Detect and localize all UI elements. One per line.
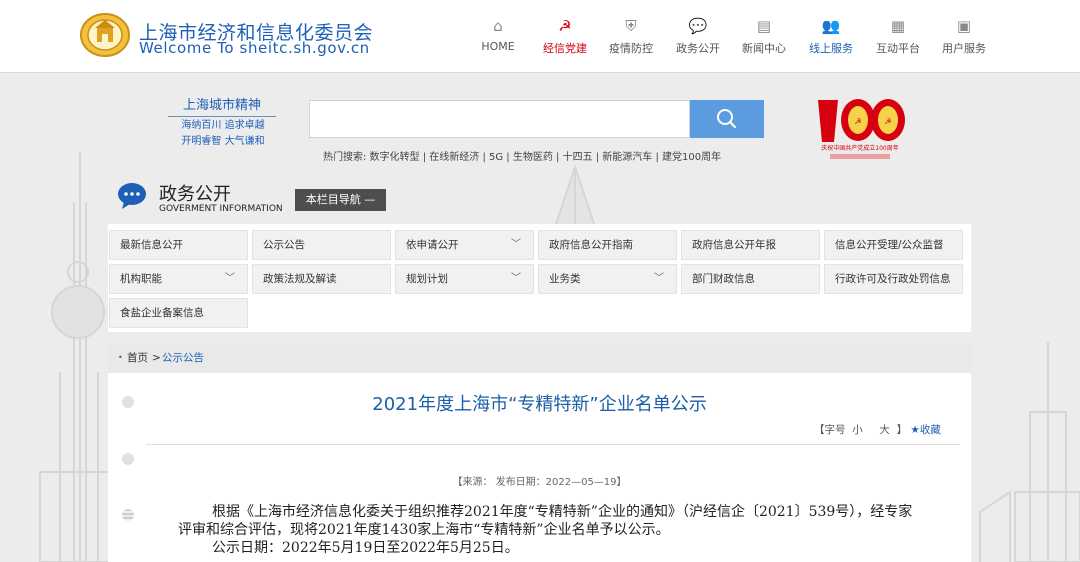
- slogan-line: 开明睿智 大气谦和: [181, 136, 265, 147]
- category-plans[interactable]: 规划计划 ﹀: [395, 264, 534, 294]
- nav-label: 新闻中心: [742, 42, 786, 55]
- category-label: 最新信息公开: [120, 239, 183, 251]
- favorite-button[interactable]: ★收藏: [910, 424, 940, 436]
- category-panel: 最新信息公开 公示公告 依申请公开 ﹀ 政府信息公开指南 政府信息公开年报 信息公…: [108, 224, 971, 332]
- breadcrumb-separator: >: [152, 352, 161, 364]
- article-paragraph: 公示日期：2022年5月19日至2022年5月25日。: [212, 540, 519, 556]
- chat-bubble-icon: [118, 183, 146, 209]
- shield-icon: ⛨: [625, 17, 637, 35]
- nav-online-services[interactable]: 👥 线上服务: [796, 14, 866, 56]
- city-spirit-slogan: 上海城市精神 海纳百川 追求卓越 开明睿智 大气谦和: [168, 94, 278, 149]
- category-label: 部门财政信息: [692, 273, 755, 285]
- nav-label: 经信党建: [543, 42, 587, 55]
- slogan-title: 上海城市精神: [168, 94, 276, 117]
- chat-bubble-icon: 💬: [688, 17, 708, 35]
- hot-search-keywords[interactable]: 热门搜索: 数字化转型 | 在线新经济 | 5G | 生物医药 | 十四五 | …: [323, 148, 721, 163]
- category-licensing-penalties[interactable]: 行政许可及行政处罚信息: [824, 264, 963, 294]
- nav-label: 线上服务: [809, 42, 853, 55]
- site-header: 上海市经济和信息化委员会 Welcome To sheitc.sh.gov.cn…: [0, 0, 1080, 73]
- chevron-down-icon: ﹀: [511, 273, 521, 284]
- category-announcements[interactable]: 公示公告: [252, 230, 391, 260]
- category-label: 政策法规及解读: [263, 273, 337, 285]
- nav-interaction-platform[interactable]: ▦ 互动平台: [863, 14, 933, 56]
- search-input[interactable]: [309, 100, 690, 138]
- nav-epidemic-control[interactable]: ⛨ 疫情防控: [596, 14, 666, 56]
- divider: [146, 444, 960, 445]
- home-icon: ⌂: [493, 17, 503, 35]
- category-salt-enterprises[interactable]: 食盐企业备案信息: [109, 298, 248, 328]
- category-label: 规划计划: [406, 273, 448, 285]
- nav-government-affairs[interactable]: 💬 政务公开: [663, 14, 733, 56]
- category-label: 政府信息公开指南: [549, 239, 633, 251]
- briefcase-icon: ▣: [956, 17, 972, 35]
- nav-news-center[interactable]: ▤ 新闻中心: [729, 14, 799, 56]
- nav-home[interactable]: ⌂ HOME: [463, 14, 533, 53]
- section-subtitle: GOVERMENT INFORMATION: [159, 204, 283, 214]
- category-label: 信息公开受理/公众监督: [835, 239, 944, 251]
- category-label: 食盐企业备案信息: [120, 307, 204, 319]
- chevron-down-icon: ﹀: [654, 273, 664, 284]
- category-disclosure-guide[interactable]: 政府信息公开指南: [538, 230, 677, 260]
- category-finance[interactable]: 部门财政信息: [681, 264, 820, 294]
- newspaper-icon: ▤: [756, 17, 772, 35]
- category-label: 公示公告: [263, 239, 305, 251]
- nav-label: 互动平台: [876, 42, 920, 55]
- svg-text:☭: ☭: [854, 117, 861, 126]
- chevron-down-icon: ﹀: [225, 273, 235, 284]
- category-label: 行政许可及行政处罚信息: [835, 273, 951, 285]
- font-size-open: 【字号: [814, 424, 846, 436]
- category-functions[interactable]: 机构职能 ﹀: [109, 264, 248, 294]
- side-tool-menu-icon[interactable]: [122, 509, 134, 521]
- users-icon: 👥: [821, 17, 841, 35]
- font-size-close: 】: [896, 424, 908, 436]
- column-nav-toggle-button[interactable]: 本栏目导航 —: [295, 189, 386, 211]
- svg-text:☭: ☭: [884, 117, 891, 126]
- search-icon: [717, 109, 737, 129]
- party-100-anniversary-badge[interactable]: ☭ ☭ 庆祝中国共产党成立100周年: [812, 94, 908, 164]
- category-label: 依申请公开: [406, 239, 459, 251]
- committee-logo[interactable]: [80, 12, 130, 58]
- side-tool-dot[interactable]: [122, 453, 134, 465]
- article-meta: 【来源： 发布日期：2022—05—19】: [452, 477, 627, 488]
- font-size-large-button[interactable]: 大: [879, 424, 890, 436]
- nav-label: 用户服务: [942, 42, 986, 55]
- article-body: 根据《上海市经济信息化委关于组织推荐2021年度“专精特新”企业的通知》（沪经信…: [178, 503, 913, 557]
- nav-label: HOME: [481, 40, 515, 53]
- nav-user-services[interactable]: ▣ 用户服务: [929, 14, 999, 56]
- article-paragraph: 根据《上海市经济信息化委关于组织推荐2021年度“专精特新”企业的通知》（沪经信…: [178, 504, 913, 538]
- breadcrumb-home-link[interactable]: 首页: [127, 343, 148, 373]
- article-tools: 【字号 小 大 】 ★收藏: [814, 422, 941, 437]
- category-label: 业务类: [549, 273, 581, 285]
- category-latest-disclosure[interactable]: 最新信息公开: [109, 230, 248, 260]
- hammer-sickle-icon: ☭: [558, 17, 572, 35]
- grid-icon: ▦: [890, 17, 906, 35]
- article-title: 2021年度上海市“专精特新”企业名单公示: [372, 394, 707, 415]
- site-subtitle: Welcome To sheitc.sh.gov.cn: [139, 39, 370, 57]
- chevron-down-icon: ﹀: [511, 239, 521, 250]
- category-public-supervision[interactable]: 信息公开受理/公众监督: [824, 230, 963, 260]
- article-panel: 2021年度上海市“专精特新”企业名单公示 【字号 小 大 】 ★收藏 【来源：…: [108, 373, 971, 562]
- badge-caption: 庆祝中国共产党成立100周年: [821, 144, 898, 152]
- category-business[interactable]: 业务类 ﹀: [538, 264, 677, 294]
- section-title: 政务公开: [159, 184, 231, 205]
- breadcrumb-current-link[interactable]: 公示公告: [162, 343, 204, 373]
- breadcrumb: • 首页 > 公示公告: [108, 343, 971, 373]
- category-label: 政府信息公开年报: [692, 239, 776, 251]
- category-label: 机构职能: [120, 273, 162, 285]
- breadcrumb-bullet: •: [118, 353, 123, 362]
- category-policies[interactable]: 政策法规及解读: [252, 264, 391, 294]
- nav-label: 政务公开: [676, 42, 720, 55]
- slogan-line: 海纳百川 追求卓越: [181, 120, 265, 131]
- nav-label: 疫情防控: [609, 42, 653, 55]
- font-size-small-button[interactable]: 小: [852, 424, 863, 436]
- category-annual-report[interactable]: 政府信息公开年报: [681, 230, 820, 260]
- search-button[interactable]: [690, 100, 764, 138]
- category-disclosure-on-request[interactable]: 依申请公开 ﹀: [395, 230, 534, 260]
- nav-party-building[interactable]: ☭ 经信党建: [530, 14, 600, 56]
